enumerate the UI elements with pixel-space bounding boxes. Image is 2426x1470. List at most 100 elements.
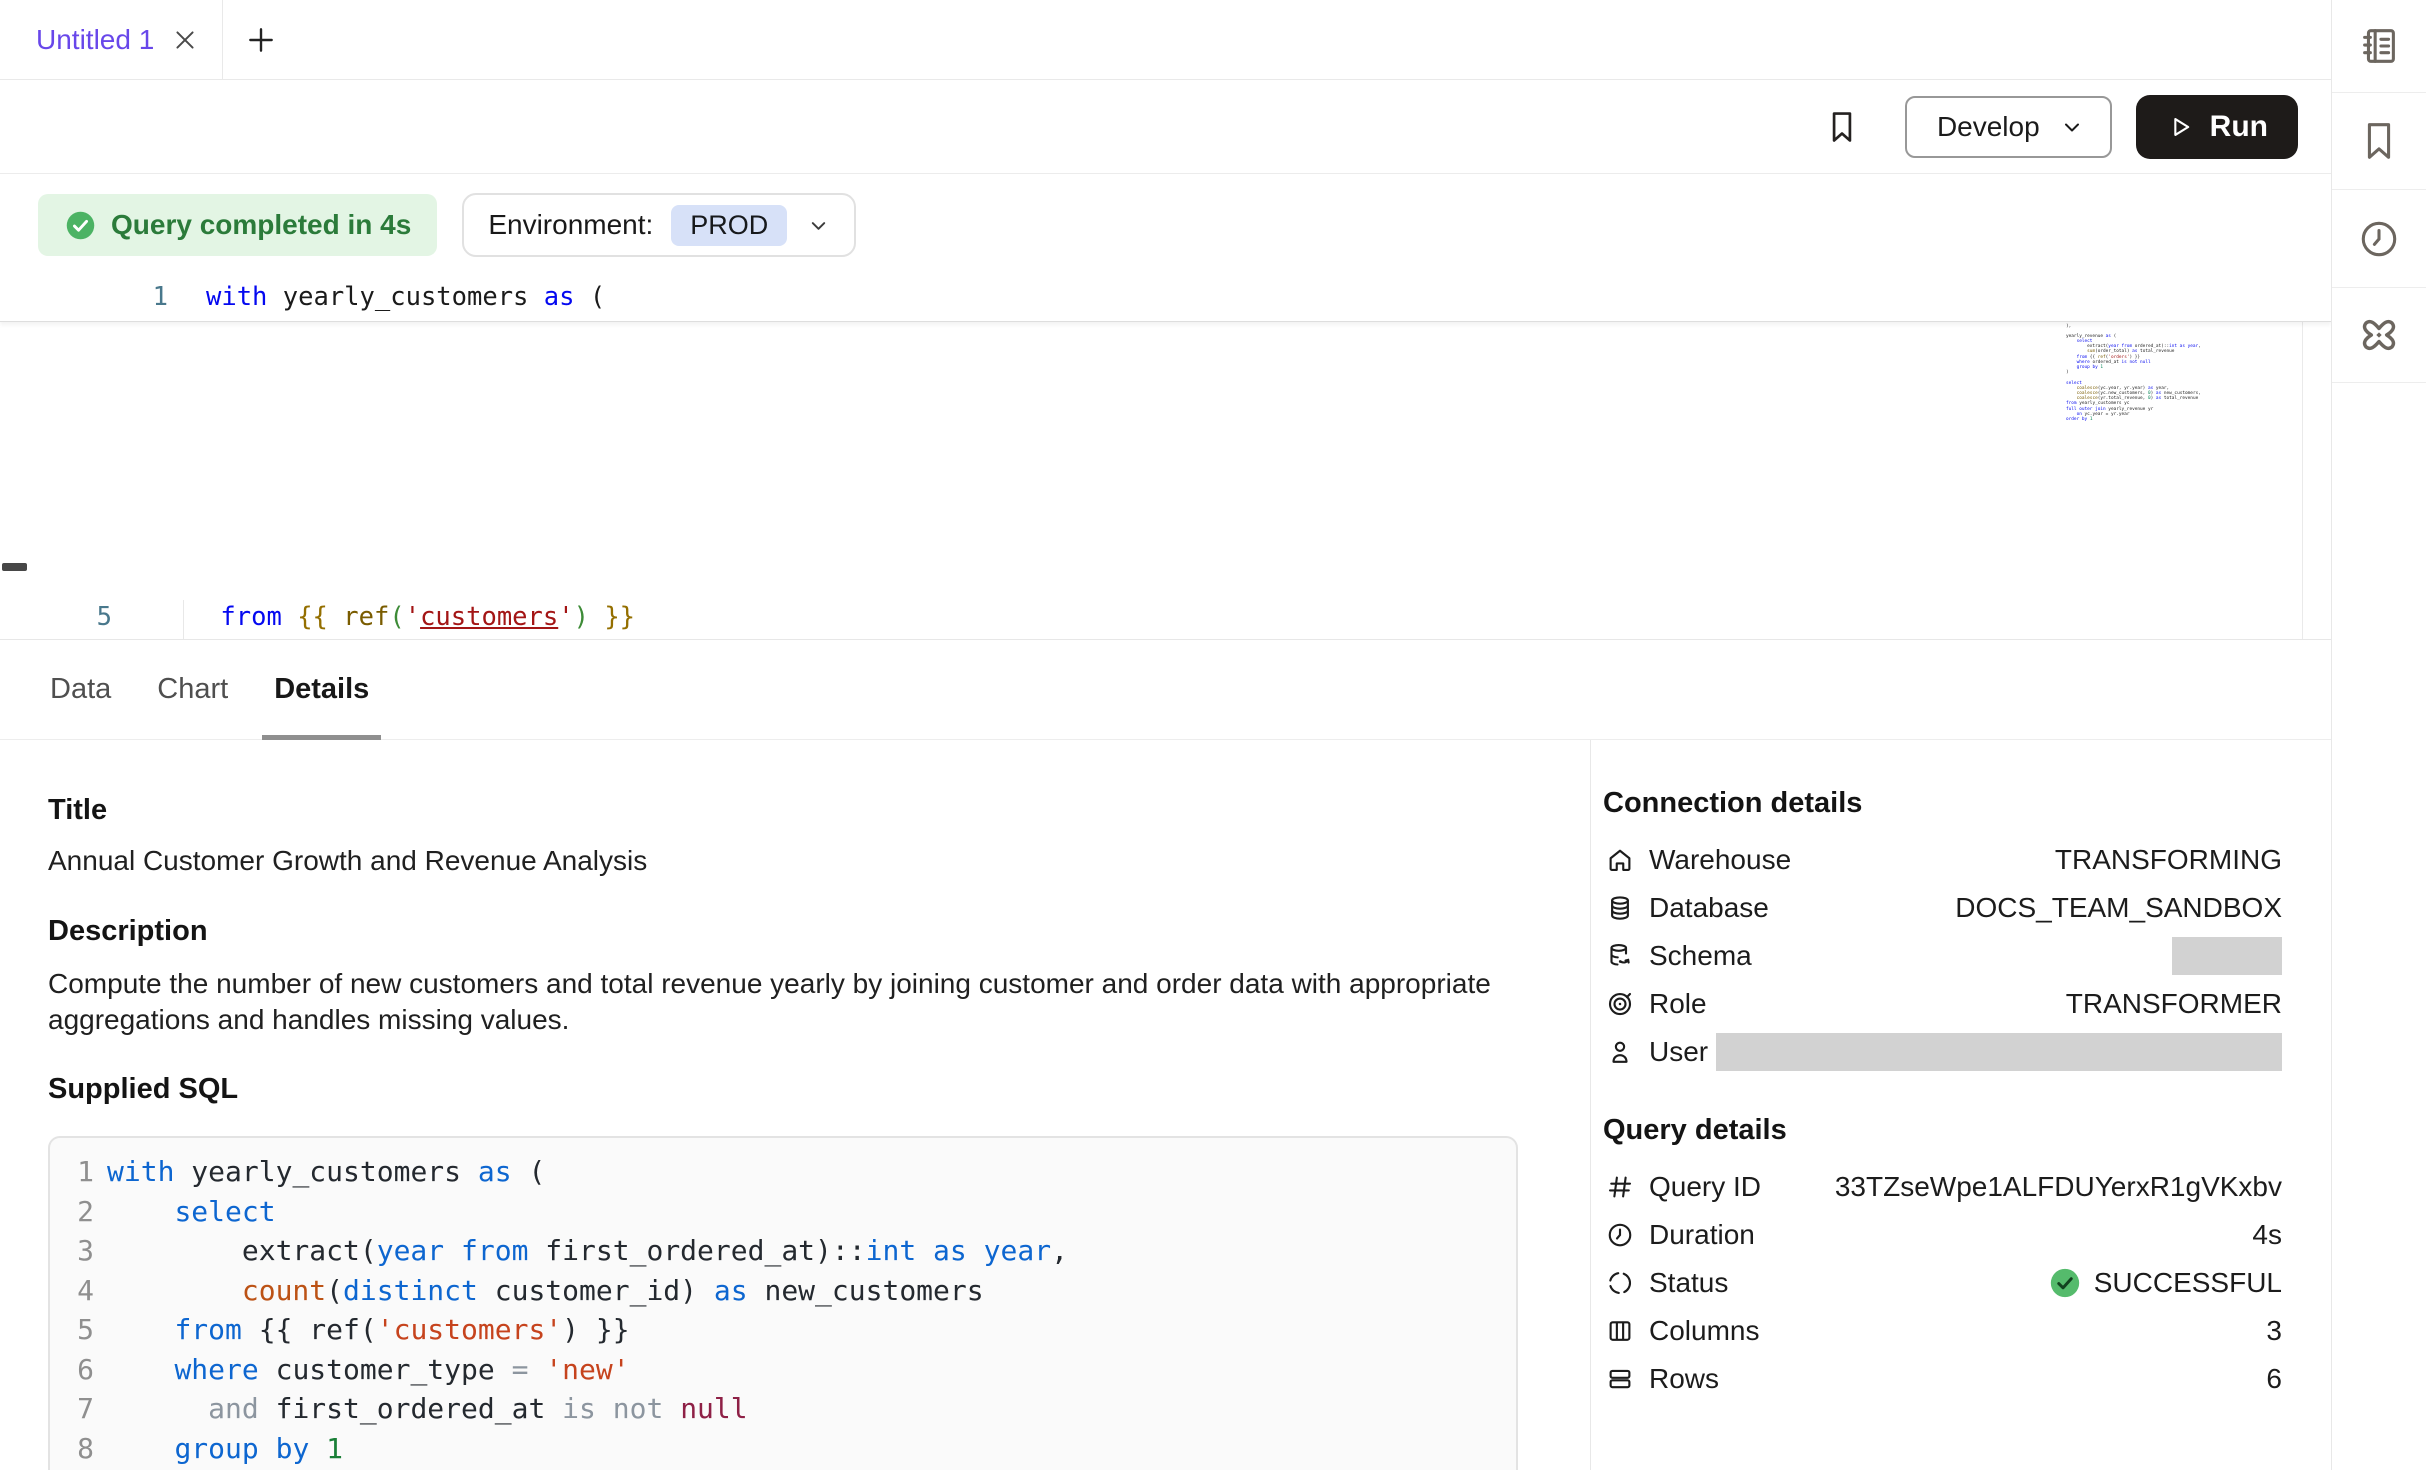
detail-label: Query ID (1649, 1171, 1761, 1203)
line-number: 2 (50, 1192, 94, 1232)
editor-code-line: with yearly_customers as ( (206, 282, 605, 312)
query-id-row: Query ID33TZseWpe1ALFDUYerxR1gVKxbv (1603, 1163, 2282, 1211)
environment-label: Environment: (488, 209, 653, 241)
user-row: User (1603, 1028, 2282, 1076)
sql-line-5: 5 from {{ ref('customers') }} (50, 1310, 1516, 1350)
bookmark-icon[interactable] (1823, 106, 1861, 148)
sql-line-1: 1with yearly_customers as ( (50, 1152, 1516, 1192)
line-number: 1 (56, 282, 168, 312)
detail-value (1752, 937, 2282, 975)
code-text: from {{ ref('customers') }} (159, 602, 635, 632)
role-icon (1603, 989, 1637, 1019)
main-area: Untitled 1 Develop Run (0, 0, 2331, 1470)
line-number: 4 (50, 1271, 94, 1311)
detail-label: Status (1649, 1267, 1728, 1299)
detail-value: TRANSFORMER (1707, 988, 2282, 1020)
line-number: 1 (50, 1152, 94, 1192)
query-completed-text: Query completed in 4s (111, 209, 411, 241)
tab-details[interactable]: Details (262, 640, 381, 739)
toolbar: Develop Run (0, 80, 2331, 174)
develop-label: Develop (1937, 111, 2040, 143)
title-value: Annual Customer Growth and Revenue Analy… (48, 845, 1518, 877)
schema-row: Schema (1603, 932, 2282, 980)
check-circle-icon (64, 209, 97, 242)
redacted-value (1716, 1033, 2282, 1071)
minimap-line: order by 1 (2066, 417, 2296, 422)
duration-row: Duration4s (1603, 1211, 2282, 1259)
notebook-icon[interactable] (2332, 0, 2426, 93)
spinner-icon (1603, 1268, 1637, 1298)
code-text: where customer_type = 'new' (107, 1353, 630, 1386)
line-number: 3 (50, 1231, 94, 1271)
editor-code-lines[interactable]: 5 from {{ ref('customers') }}6 where cus… (0, 600, 2331, 640)
line-number: 5 (50, 1310, 94, 1350)
line-number: 6 (50, 1350, 94, 1390)
chevron-down-icon (807, 214, 830, 237)
columns-row: Columns3 (1603, 1307, 2282, 1355)
hash-icon (1603, 1172, 1637, 1202)
sql-line-7: 7 and first_ordered_at is not null (50, 1389, 1516, 1429)
clock-icon (1603, 1220, 1637, 1250)
code-text: select (107, 1195, 276, 1228)
detail-value: 4s (1755, 1219, 2282, 1251)
history-icon[interactable] (2332, 190, 2426, 288)
redacted-value (2172, 937, 2282, 975)
tab-title: Untitled 1 (36, 24, 154, 56)
sql-line-3: 3 extract(year from first_ordered_at)::i… (50, 1231, 1516, 1271)
detail-value: SUCCESSFUL (1728, 1266, 2282, 1300)
results-tab-bar: Data ChartDetails (0, 640, 2331, 740)
editor-sticky-line: 1 with yearly_customers as ( (0, 276, 2331, 322)
sql-editor[interactable]: 1 with yearly_customers as ( 5 from {{ r… (0, 276, 2331, 640)
bookmark-icon[interactable] (2332, 93, 2426, 190)
status-row: StatusSUCCESSFUL (1603, 1259, 2282, 1307)
detail-value: 6 (1719, 1363, 2282, 1395)
run-label: Run (2210, 110, 2268, 144)
query-details-heading: Query details (1603, 1114, 2282, 1147)
play-icon (2166, 113, 2194, 141)
tab-chart[interactable]: Chart (145, 640, 240, 739)
editor-scrollbar[interactable] (2302, 276, 2331, 640)
detail-value: 33TZseWpe1ALFDUYerxR1gVKxbv (1761, 1171, 2282, 1203)
details-right-column: Connection details WarehouseTRANSFORMING… (1590, 740, 2331, 1470)
close-icon[interactable] (172, 27, 198, 53)
detail-label: Schema (1649, 940, 1752, 972)
columns-icon (1603, 1316, 1637, 1346)
sql-line-4: 4 count(distinct customer_id) as new_cus… (50, 1271, 1516, 1311)
develop-dropdown[interactable]: Develop (1905, 96, 2112, 158)
warehouse-icon (1603, 845, 1637, 875)
query-status-row: Query completed in 4s Environment: PROD (0, 174, 2331, 276)
warehouse-row: WarehouseTRANSFORMING (1603, 836, 2282, 884)
copilot-icon[interactable] (2332, 288, 2426, 383)
query-completed-badge: Query completed in 4s (38, 194, 437, 256)
run-button[interactable]: Run (2136, 95, 2298, 159)
right-rail (2331, 0, 2426, 1470)
code-text: group by 1 (107, 1432, 343, 1465)
code-text: extract(year from first_ordered_at)::int… (107, 1234, 1068, 1267)
editor-tab-untitled-1[interactable]: Untitled 1 (0, 0, 223, 79)
supplied-sql-code-block: 1with yearly_customers as (2 select3 ext… (48, 1136, 1518, 1470)
database-row: DatabaseDOCS_TEAM_SANDBOX (1603, 884, 2282, 932)
detail-label: Rows (1649, 1363, 1719, 1395)
connection-details-rows: WarehouseTRANSFORMINGDatabaseDOCS_TEAM_S… (1603, 836, 2282, 1076)
check-circle-icon (2048, 1266, 2082, 1300)
sql-line-6: 6 where customer_type = 'new' (50, 1350, 1516, 1390)
editor-scrollbar-handle[interactable] (2, 563, 27, 571)
details-left-column: Title Annual Customer Growth and Revenue… (0, 740, 1590, 1470)
query-details-rows: Query ID33TZseWpe1ALFDUYerxR1gVKxbvDurat… (1603, 1163, 2282, 1403)
environment-selector[interactable]: Environment: PROD (462, 193, 856, 257)
description-value: Compute the number of new customers and … (48, 966, 1518, 1037)
new-tab-button[interactable] (223, 0, 299, 79)
supplied-sql-heading: Supplied SQL (48, 1073, 1518, 1106)
description-heading: Description (48, 915, 1518, 948)
detail-value: DOCS_TEAM_SANDBOX (1769, 892, 2282, 924)
rows-icon (1603, 1364, 1637, 1394)
schema-icon (1603, 941, 1637, 971)
editor-line-5[interactable]: 5 from {{ ref('customers') }} (0, 600, 2331, 635)
detail-label: Role (1649, 988, 1707, 1020)
detail-label: Duration (1649, 1219, 1755, 1251)
tab-data[interactable]: Data (38, 640, 123, 739)
environment-value-badge: PROD (671, 205, 787, 246)
plus-icon (245, 24, 277, 56)
sql-line-2: 2 select (50, 1192, 1516, 1232)
details-panel: Title Annual Customer Growth and Revenue… (0, 740, 2331, 1470)
